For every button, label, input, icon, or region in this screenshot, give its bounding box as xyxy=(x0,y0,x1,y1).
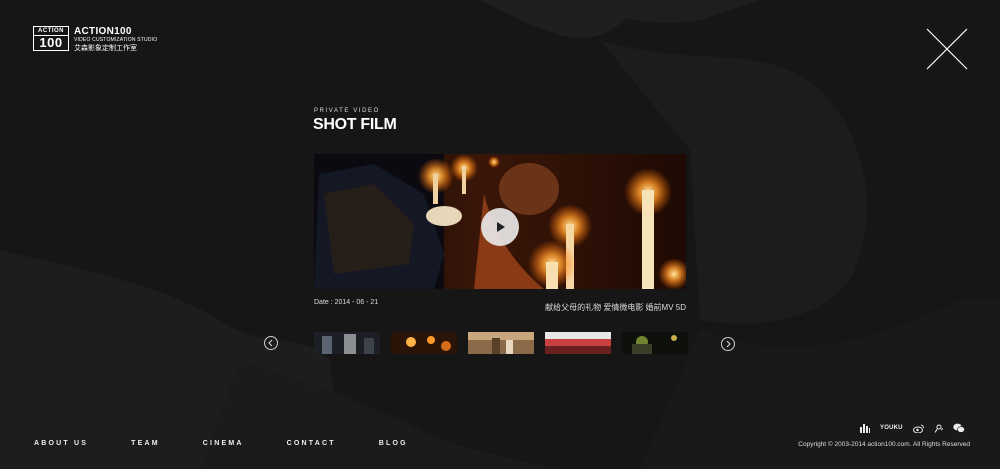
play-button[interactable] xyxy=(481,208,519,246)
video-date: Date : 2014 - 06 - 21 xyxy=(314,299,379,306)
chevron-right-icon xyxy=(726,340,731,348)
youku-icon[interactable]: YOUKU xyxy=(880,425,903,431)
video-caption: 献给父母的礼物 爱情微电影 婚前MV 5D xyxy=(545,303,686,312)
video-thumbnail[interactable] xyxy=(468,332,534,354)
nav-cinema[interactable]: CINEMA xyxy=(203,440,244,447)
logo-subtitle: VIDEO CUSTOMIZATION STUDIO xyxy=(74,37,158,43)
carousel-prev-button[interactable] xyxy=(264,336,278,350)
video-thumbnail[interactable] xyxy=(391,332,457,354)
thumbnail-strip xyxy=(314,332,688,354)
footer-nav: ABOUT US TEAM CINEMA CONTACT BLOG xyxy=(34,440,451,447)
page-title: SHOT FILM xyxy=(313,116,397,133)
close-icon[interactable] xyxy=(926,28,968,70)
carousel-next-button[interactable] xyxy=(721,337,735,351)
logo-mark-bottom: 100 xyxy=(39,35,63,50)
tudou-icon[interactable] xyxy=(860,423,870,433)
play-icon xyxy=(497,222,505,232)
video-thumbnail[interactable] xyxy=(545,332,611,354)
tencent-weibo-icon[interactable] xyxy=(934,424,943,433)
weibo-icon[interactable] xyxy=(912,424,924,433)
nav-about-us[interactable]: ABOUT US xyxy=(34,440,88,447)
social-links: YOUKU xyxy=(860,423,965,433)
nav-team[interactable]: TEAM xyxy=(131,440,160,447)
video-thumbnail[interactable] xyxy=(622,332,688,354)
copyright-text: Copyright © 2003-2014 action100.com. All… xyxy=(798,441,970,448)
logo[interactable]: ACTION 100 ACTION100 VIDEO CUSTOMIZATION… xyxy=(33,26,157,52)
logo-text: ACTION100 VIDEO CUSTOMIZATION STUDIO 艾森影… xyxy=(74,26,157,52)
logo-mark: ACTION 100 xyxy=(33,26,69,51)
nav-contact[interactable]: CONTACT xyxy=(287,440,336,447)
chevron-left-icon xyxy=(268,339,273,347)
nav-blog[interactable]: BLOG xyxy=(379,440,408,447)
wechat-icon[interactable] xyxy=(952,423,965,433)
section-eyebrow: PRIVATE VIDEO xyxy=(314,108,380,114)
logo-chinese-name: 艾森影象定制工作室 xyxy=(74,44,137,52)
video-thumbnail[interactable] xyxy=(314,332,380,354)
logo-name: ACTION100 xyxy=(74,26,132,37)
